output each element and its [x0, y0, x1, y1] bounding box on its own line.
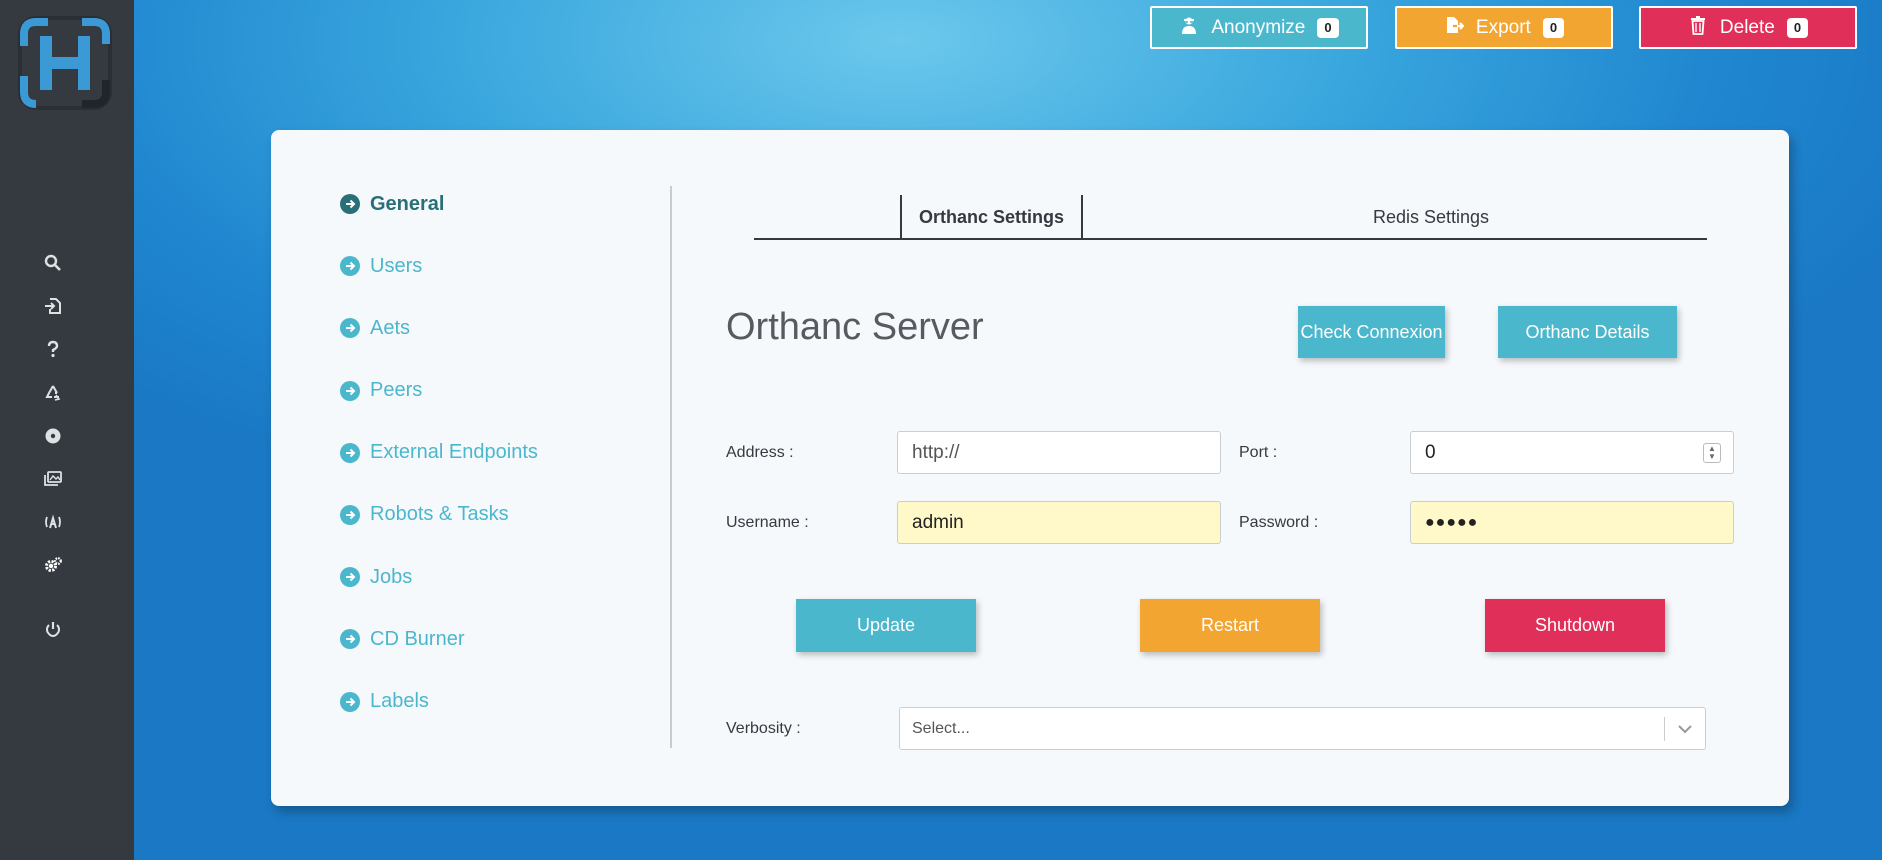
menu-item-label: Aets	[370, 316, 411, 339]
verbosity-placeholder: Select...	[912, 719, 970, 737]
arrow-circle-right-icon	[340, 380, 360, 401]
select-separator	[1664, 717, 1665, 741]
orthanc-details-button[interactable]: Orthanc Details	[1498, 306, 1677, 358]
power-icon[interactable]	[41, 617, 65, 641]
shutdown-button[interactable]: Shutdown	[1485, 599, 1665, 652]
user-secret-icon	[1179, 15, 1199, 41]
anonymize-label: Anonymize	[1211, 16, 1306, 38]
gears-icon[interactable]	[41, 553, 65, 577]
menu-item-label: Peers	[370, 379, 423, 402]
check-connexion-button[interactable]: Check Connexion	[1298, 306, 1445, 358]
menu-item-label: Labels	[370, 690, 429, 712]
menu-item-labels[interactable]: Labels	[340, 688, 670, 716]
password-value: ●●●●●	[1425, 513, 1479, 531]
arrow-circle-right-icon	[340, 567, 360, 588]
password-field[interactable]: ●●●●●	[1410, 501, 1734, 544]
tab-orthanc-settings[interactable]: Orthanc Settings	[900, 195, 1083, 239]
export-label: Export	[1475, 16, 1531, 38]
password-label: Password :	[1239, 514, 1319, 531]
username-label: Username :	[726, 514, 809, 531]
menu-item-aets[interactable]: Aets	[340, 314, 670, 342]
images-icon[interactable]	[41, 467, 65, 491]
address-label: Address :	[726, 444, 794, 461]
menu-item-label: General	[370, 192, 445, 215]
app-logo[interactable]	[18, 16, 112, 110]
port-stepper[interactable]: ▲ ▼	[1703, 443, 1721, 463]
arrow-circle-right-icon	[340, 256, 360, 277]
menu-item-general[interactable]: General	[340, 190, 670, 218]
file-import-icon[interactable]	[41, 294, 65, 318]
port-value: 0	[1425, 441, 1436, 463]
file-export-icon	[1444, 15, 1465, 41]
trash-icon	[1688, 15, 1708, 41]
update-button[interactable]: Update	[796, 599, 976, 652]
tabs-underline	[754, 238, 1707, 240]
verbosity-label: Verbosity :	[726, 720, 801, 737]
settings-menu: General Users Aets Peers External Endpoi…	[340, 190, 670, 750]
disc-icon[interactable]	[41, 424, 65, 448]
arrow-circle-right-icon	[340, 504, 360, 525]
anonymize-count-badge: 0	[1317, 17, 1339, 38]
recycle-icon[interactable]	[41, 381, 65, 405]
delete-button[interactable]: Delete 0	[1639, 6, 1857, 49]
arrow-circle-right-icon	[340, 442, 360, 463]
arrow-circle-right-icon	[340, 629, 360, 650]
menu-item-users[interactable]: Users	[340, 252, 670, 280]
arrow-circle-right-icon	[340, 691, 360, 712]
delete-count-badge: 0	[1786, 17, 1809, 38]
arrow-circle-right-icon	[340, 318, 360, 339]
menu-item-jobs[interactable]: Jobs	[340, 563, 670, 591]
question-icon[interactable]	[41, 337, 65, 361]
menu-item-cd-burner[interactable]: CD Burner	[340, 625, 670, 653]
menu-item-label: CD Burner	[370, 627, 465, 650]
menu-item-robots-tasks[interactable]: Robots & Tasks	[340, 501, 670, 529]
port-field[interactable]: 0 ▲ ▼	[1410, 431, 1734, 474]
section-title: Orthanc Server	[726, 306, 984, 348]
menu-item-label: External Endpoints	[370, 441, 538, 464]
menu-divider	[670, 186, 672, 748]
menu-item-peers[interactable]: Peers	[340, 377, 670, 405]
search-icon[interactable]	[41, 251, 65, 275]
menu-item-external-endpoints[interactable]: External Endpoints	[340, 439, 670, 467]
verbosity-select[interactable]: Select...	[899, 707, 1706, 750]
restart-button[interactable]: Restart	[1140, 599, 1320, 652]
username-field[interactable]: admin	[897, 501, 1221, 544]
menu-item-label: Users	[370, 254, 423, 277]
menu-item-label: Robots & Tasks	[370, 503, 509, 526]
chevron-down-icon	[1678, 725, 1692, 734]
address-field[interactable]: http://	[897, 431, 1221, 474]
delete-label: Delete	[1719, 16, 1775, 38]
address-value: http://	[912, 441, 960, 463]
export-button[interactable]: Export 0	[1395, 6, 1613, 49]
sidebar	[0, 0, 134, 860]
settings-card: General Users Aets Peers External Endpoi…	[271, 130, 1789, 806]
arrow-circle-right-icon	[340, 194, 360, 214]
tab-redis-settings[interactable]: Redis Settings	[1311, 195, 1551, 239]
broadcast-icon[interactable]	[41, 510, 65, 534]
export-count-badge: 0	[1542, 17, 1565, 38]
username-value: admin	[912, 511, 964, 533]
menu-item-label: Jobs	[370, 565, 413, 588]
anonymize-button[interactable]: Anonymize 0	[1150, 6, 1368, 49]
port-label: Port :	[1239, 444, 1278, 461]
